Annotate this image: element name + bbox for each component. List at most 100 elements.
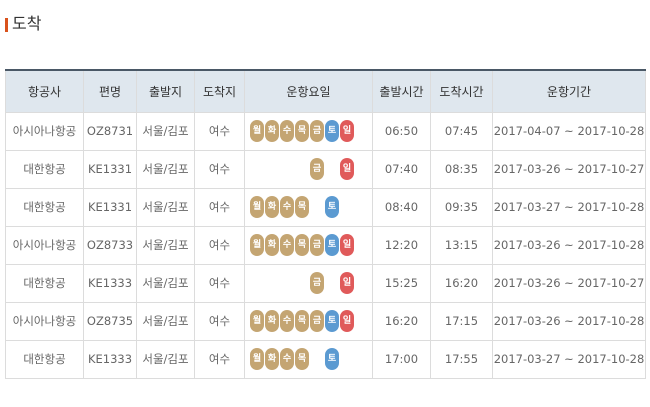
departure-time-cell: 08:40 [372, 187, 431, 227]
day-badges: 월화수목토 [245, 196, 372, 218]
day-badge: 수 [280, 120, 294, 142]
origin-cell: 서울/김포 [136, 225, 195, 265]
header-operating-period: 운항기간 [492, 69, 646, 113]
flight-number-cell: OZ8733 [83, 225, 137, 265]
day-badge: 일 [340, 234, 354, 256]
day-badge: 토 [325, 310, 339, 332]
destination-cell: 여수 [194, 149, 245, 189]
arrival-time-cell: 08:35 [430, 149, 493, 189]
flight-number-cell: OZ8731 [83, 111, 137, 151]
arrival-time-cell: 17:15 [430, 301, 493, 341]
departure-time-cell: 12:20 [372, 225, 431, 265]
day-badge [280, 272, 294, 294]
day-badge: 수 [280, 348, 294, 370]
day-badge: 토 [325, 120, 339, 142]
flight-number-cell: KE1333 [83, 263, 137, 303]
airline-cell: 아시아나항공 [5, 111, 84, 151]
table-row: 대한항공 KE1333 서울/김포 여수 금 일 15:25 16:20 2017-03-26 … [5, 263, 646, 303]
day-badge [340, 196, 354, 218]
header-flight: 편명 [83, 69, 137, 113]
day-badge [250, 158, 264, 180]
day-badges: 월화수목금토일 [245, 120, 372, 142]
header-arrival-time: 도착시간 [430, 69, 493, 113]
departure-time-cell: 16:20 [372, 301, 431, 341]
day-badge [325, 272, 339, 294]
operating-days-cell: 금일 [244, 263, 373, 303]
day-badge [265, 158, 279, 180]
destination-cell: 여수 [194, 263, 245, 303]
day-badge: 토 [325, 348, 339, 370]
day-badge: 월 [250, 234, 264, 256]
day-badge: 금 [310, 234, 324, 256]
operating-days-cell: 월화수목토 [244, 339, 373, 379]
departure-time-cell: 06:50 [372, 111, 431, 151]
table-row: 대한항공 KE1331 서울/김포 여수 월 화 수 목 토 08:40 09:35 2017-03-… [5, 187, 646, 227]
header-departure-time: 출발시간 [372, 69, 431, 113]
operating-days-cell: 금일 [244, 149, 373, 189]
day-badge [340, 348, 354, 370]
operating-days-cell: 월화수목토 [244, 187, 373, 227]
origin-cell: 서울/김포 [136, 149, 195, 189]
table-row: 아시아나항공 OZ8735 서울/김포 여수 월 화 수 목 금 토 일 16:20 17:15 2017… [5, 301, 646, 341]
header-destination: 도착지 [194, 69, 245, 113]
flight-number-cell: KE1333 [83, 339, 137, 379]
day-badge: 목 [295, 348, 309, 370]
airline-cell: 대한항공 [5, 339, 84, 379]
table-row: 대한항공 KE1333 서울/김포 여수 월 화 수 목 토 17:00 17:55 2017-03-… [5, 339, 646, 379]
origin-cell: 서울/김포 [136, 111, 195, 151]
origin-cell: 서울/김포 [136, 187, 195, 227]
operating-days-cell: 월화수목금토일 [244, 301, 373, 341]
day-badge: 월 [250, 310, 264, 332]
day-badge: 월 [250, 196, 264, 218]
day-badge [265, 272, 279, 294]
table-row: 대한항공 KE1331 서울/김포 여수 금 일 07:40 08:35 2017-03-26 … [5, 149, 646, 189]
departure-time-cell: 07:40 [372, 149, 431, 189]
day-badge [295, 158, 309, 180]
day-badge: 화 [265, 310, 279, 332]
table-body: 아시아나항공 OZ8731 서울/김포 여수 월 화 수 목 금 토 일 06:50 07:45 2017… [5, 111, 646, 379]
header-origin: 출발지 [136, 69, 195, 113]
airline-cell: 아시아나항공 [5, 301, 84, 341]
departure-time-cell: 15:25 [372, 263, 431, 303]
day-badge: 월 [250, 348, 264, 370]
destination-cell: 여수 [194, 301, 245, 341]
day-badges: 월화수목토 [245, 348, 372, 370]
day-badge [280, 158, 294, 180]
day-badge [295, 272, 309, 294]
header-operating-days: 운항요일 [244, 69, 373, 113]
operating-period-cell: 2017-03-26 ~ 2017-10-28 [492, 301, 646, 341]
day-badge: 화 [265, 234, 279, 256]
airline-cell: 아시아나항공 [5, 225, 84, 265]
page-title: 도착 [12, 14, 42, 33]
table-row: 아시아나항공 OZ8731 서울/김포 여수 월 화 수 목 금 토 일 06:50 07:45 2017… [5, 111, 646, 151]
destination-cell: 여수 [194, 225, 245, 265]
flight-number-cell: OZ8735 [83, 301, 137, 341]
day-badge: 금 [310, 272, 324, 294]
destination-cell: 여수 [194, 111, 245, 151]
airline-cell: 대한항공 [5, 149, 84, 189]
day-badge: 화 [265, 348, 279, 370]
arrival-time-cell: 16:20 [430, 263, 493, 303]
operating-days-cell: 월화수목금토일 [244, 111, 373, 151]
operating-period-cell: 2017-03-27 ~ 2017-10-28 [492, 339, 646, 379]
day-badge: 화 [265, 120, 279, 142]
day-badge: 목 [295, 120, 309, 142]
operating-period-cell: 2017-04-07 ~ 2017-10-28 [492, 111, 646, 151]
arrival-time-cell: 09:35 [430, 187, 493, 227]
day-badge: 일 [340, 272, 354, 294]
day-badge: 금 [310, 120, 324, 142]
flight-number-cell: KE1331 [83, 187, 137, 227]
day-badge: 목 [295, 234, 309, 256]
day-badges: 월화수목금토일 [245, 234, 372, 256]
arrival-time-cell: 13:15 [430, 225, 493, 265]
destination-cell: 여수 [194, 187, 245, 227]
origin-cell: 서울/김포 [136, 339, 195, 379]
day-badge [325, 158, 339, 180]
day-badge [310, 196, 324, 218]
arrival-time-cell: 07:45 [430, 111, 493, 151]
departure-time-cell: 17:00 [372, 339, 431, 379]
day-badge: 토 [325, 234, 339, 256]
header-airline: 항공사 [5, 69, 84, 113]
day-badge: 목 [295, 196, 309, 218]
day-badge [310, 348, 324, 370]
